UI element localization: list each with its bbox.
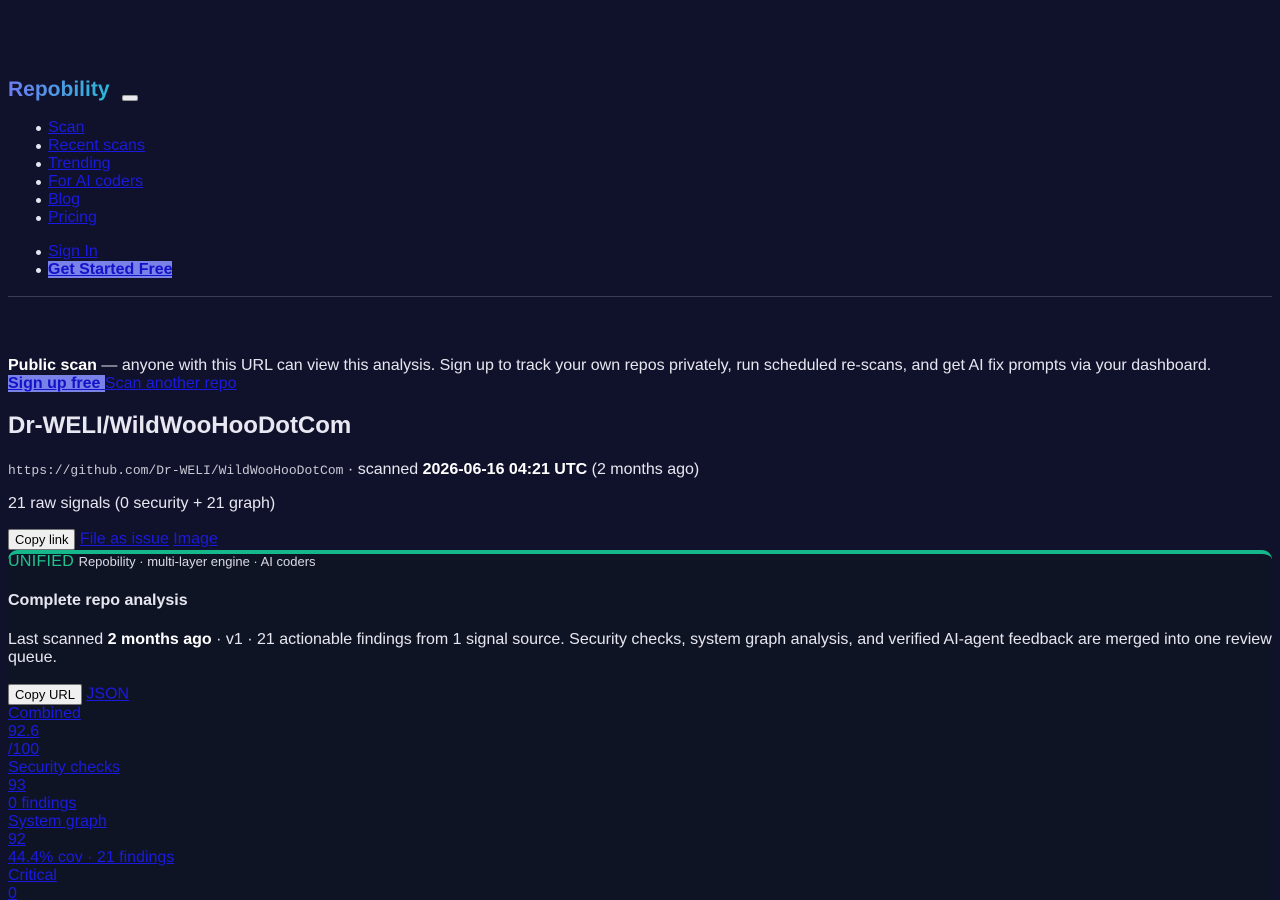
scan-meta: https://github.com/Dr-WELI/WildWooHooDot…	[8, 460, 699, 481]
nav-item-blog: Blog	[8, 191, 145, 209]
brand-logo[interactable]: Repobility	[8, 78, 110, 102]
main-nav: Scan Recent scans Trending For AI coders…	[8, 119, 145, 227]
stat-combined-label[interactable]: Combined	[8, 705, 174, 723]
engine-subtitle: Repobility · multi-layer engine · AI cod…	[78, 554, 316, 569]
nav-link-scan[interactable]: Scan	[48, 119, 84, 136]
sign-in-link[interactable]: Sign In	[48, 243, 98, 260]
nav-item-sign-in: Sign In	[8, 243, 172, 261]
nav-link-recent-scans[interactable]: Recent scans	[48, 137, 145, 154]
stat-graph-label[interactable]: System graph	[8, 813, 174, 831]
file-as-issue-link[interactable]: File as issue	[80, 531, 169, 548]
public-scan-label: Public scan	[8, 357, 97, 374]
stat-security-value[interactable]: 93	[8, 777, 174, 795]
copy-url-button[interactable]: Copy URL	[8, 684, 82, 705]
public-scan-banner: Public scan — anyone with this URL can v…	[8, 357, 1211, 375]
card-title: Complete repo analysis	[8, 592, 188, 609]
card-actions: Copy URL JSON	[8, 684, 129, 705]
json-link[interactable]: JSON	[86, 686, 129, 703]
scanned-prefix: · scanned	[343, 461, 423, 478]
stat-graph-value[interactable]: 92	[8, 831, 174, 849]
card-badge-line: UNIFIED Repobility · multi-layer engine …	[8, 553, 316, 571]
header-divider	[8, 296, 1272, 297]
scanned-timestamp: 2026-06-16 04:21 UTC	[422, 461, 588, 478]
stat-combined-value[interactable]: 92.6	[8, 723, 174, 741]
unified-analysis-card	[8, 550, 1272, 900]
stat-security-findings[interactable]: 0 findings	[8, 795, 174, 813]
nav-link-pricing[interactable]: Pricing	[48, 209, 97, 226]
public-scan-text: — anyone with this URL can view this ana…	[96, 357, 1212, 374]
stat-graph-detail[interactable]: 44.4% cov · 21 findings	[8, 849, 174, 867]
menu-toggle-button[interactable]	[122, 95, 138, 101]
scan-another-repo-link[interactable]: Scan another repo	[105, 375, 237, 392]
score-stats: Combined 92.6 /100 Security checks 93 0 …	[8, 705, 174, 900]
image-link[interactable]: Image	[173, 531, 217, 548]
banner-links: Sign up free Scan another repo	[8, 375, 237, 393]
nav-link-ai-coders[interactable]: For AI coders	[48, 173, 143, 190]
nav-item-pricing: Pricing	[8, 209, 145, 227]
sign-up-free-link[interactable]: Sign up free	[8, 375, 105, 392]
nav-item-get-started: Get Started Free	[8, 261, 173, 279]
desc-prefix: Last scanned	[8, 631, 108, 648]
raw-signals-summary: 21 raw signals (0 security + 21 graph)	[8, 495, 276, 512]
share-actions: Copy link File as issue Image	[8, 529, 218, 550]
stat-combined-max[interactable]: /100	[8, 741, 174, 759]
stat-critical-label[interactable]: Critical	[8, 867, 174, 885]
desc-last-scanned: 2 months ago	[107, 631, 212, 648]
get-started-button[interactable]: Get Started Free	[48, 261, 173, 278]
auth-nav: Sign In Get Started Free	[8, 243, 173, 279]
card-description: Last scanned 2 months ago · v1 · 21 acti…	[8, 631, 1278, 667]
nav-link-blog[interactable]: Blog	[48, 191, 80, 208]
scanned-ago: (2 months ago)	[587, 461, 700, 478]
stat-critical-value[interactable]: 0	[8, 885, 174, 900]
nav-item-trending: Trending	[8, 155, 145, 173]
nav-item-recent-scans: Recent scans	[8, 137, 145, 155]
nav-link-trending[interactable]: Trending	[48, 155, 111, 172]
repo-url: https://github.com/Dr-WELI/WildWooHooDot…	[8, 463, 344, 478]
unified-badge: UNIFIED	[8, 553, 75, 570]
nav-item-scan: Scan	[8, 119, 145, 137]
repo-title: Dr-WELI/WildWooHooDotCom	[8, 412, 352, 439]
nav-item-ai-coders: For AI coders	[8, 173, 145, 191]
copy-link-button[interactable]: Copy link	[8, 529, 76, 550]
stat-security-label[interactable]: Security checks	[8, 759, 174, 777]
